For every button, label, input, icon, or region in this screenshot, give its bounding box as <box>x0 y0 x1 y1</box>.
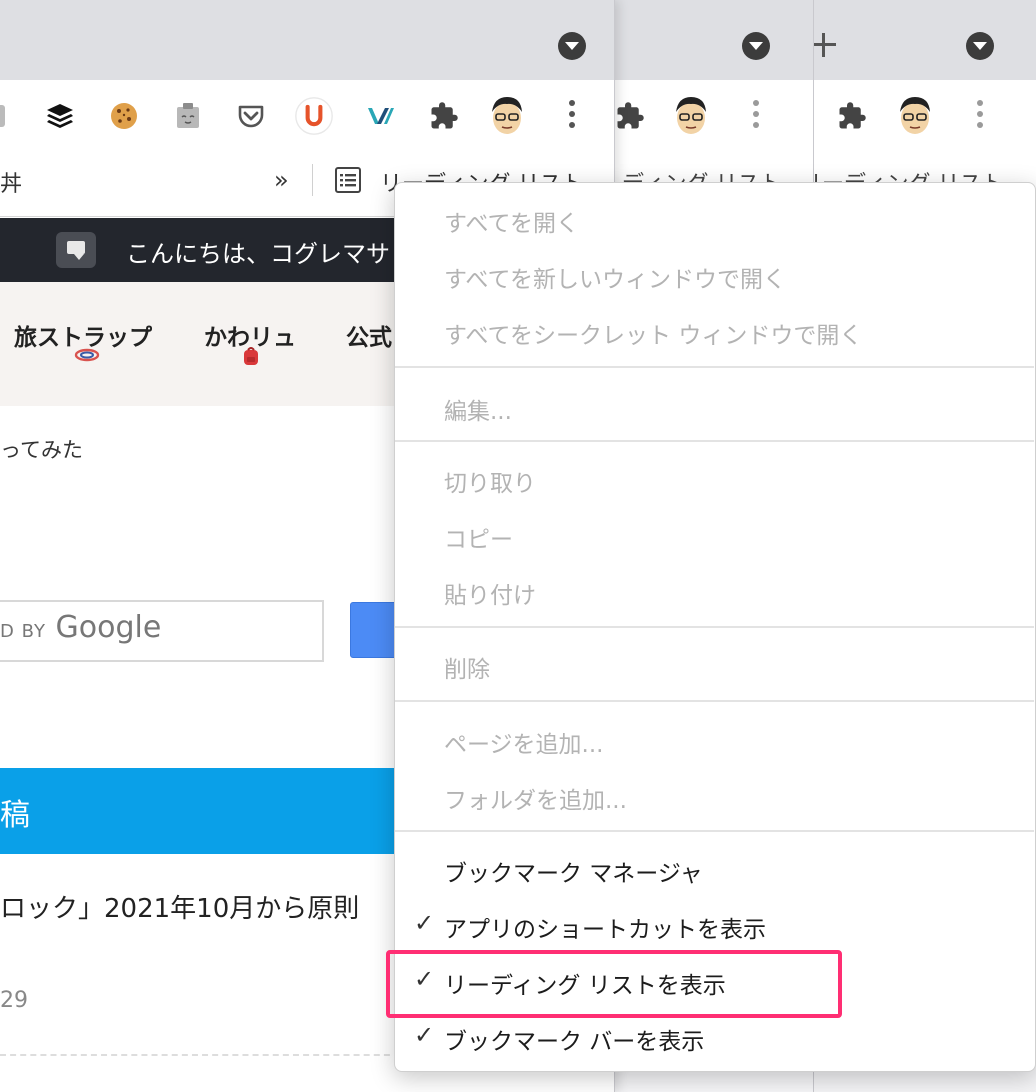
strap-icon <box>74 348 100 362</box>
menu-dropdown-icon[interactable] <box>742 32 770 60</box>
menu-item-open-all[interactable]: すべてを開く <box>444 204 579 238</box>
new-tab-icon[interactable] <box>810 28 838 62</box>
article-headline[interactable]: ロック」2021年10月から原則 <box>0 888 359 925</box>
bookmarks-overflow-button[interactable]: » <box>274 166 289 194</box>
reading-list-icon[interactable] <box>334 166 362 194</box>
bookmarks-divider <box>312 164 313 196</box>
buffer-stack-icon[interactable] <box>40 96 80 136</box>
menu-item-add-folder[interactable]: フォルダを追加... <box>444 781 627 815</box>
menu-item-add-page[interactable]: ページを追加... <box>444 725 603 759</box>
menu-item-open-all-new-window[interactable]: すべてを新しいウィンドウで開く <box>444 260 786 294</box>
menu-item-paste[interactable]: 貼り付け <box>444 576 536 610</box>
divider <box>0 1054 400 1056</box>
partial-extension-icon[interactable] <box>0 96 14 136</box>
kebab-menu-icon[interactable] <box>752 100 760 132</box>
u-extension-icon[interactable] <box>294 96 334 136</box>
tab-strip <box>613 0 813 80</box>
cookie-icon[interactable] <box>104 96 144 136</box>
menu-item-delete[interactable]: 削除 <box>444 650 490 684</box>
menu-separator <box>395 700 1034 702</box>
v-extension-icon[interactable] <box>360 96 400 136</box>
puzzle-extensions-icon[interactable] <box>832 96 872 136</box>
menu-item-cut[interactable]: 切り取り <box>444 464 536 498</box>
menu-separator <box>395 366 1034 368</box>
menu-separator <box>395 830 1034 832</box>
menu-separator <box>395 626 1034 628</box>
backpack-icon <box>244 347 258 365</box>
checkmark-icon: ✓ <box>414 1021 435 1049</box>
menu-separator <box>395 440 1034 442</box>
menu-item-show-bookmarks-bar[interactable]: ブックマーク バーを表示 <box>444 1022 704 1056</box>
section-header-text: 稿 <box>0 798 30 833</box>
highlight-annotation-box <box>386 950 842 1018</box>
kebab-menu-icon[interactable] <box>568 100 576 132</box>
menu-item-copy[interactable]: コピー <box>444 520 513 554</box>
tab-strip <box>0 0 614 80</box>
menu-item-edit[interactable]: 編集... <box>444 392 512 426</box>
profile-avatar-icon[interactable] <box>486 94 528 136</box>
pocket-icon[interactable] <box>231 96 271 136</box>
article-date: 29 <box>0 988 28 1013</box>
chat-icon[interactable] <box>56 232 96 268</box>
checkmark-icon: ✓ <box>414 909 435 937</box>
menu-item-open-all-incognito[interactable]: すべてをシークレット ウィンドウで開く <box>444 316 862 350</box>
profile-avatar-icon[interactable] <box>670 94 712 136</box>
puzzle-extensions-icon[interactable] <box>610 96 650 136</box>
puzzle-extensions-icon[interactable] <box>424 96 464 136</box>
kebab-menu-icon[interactable] <box>976 100 984 132</box>
bookmark-item[interactable]: 丼 <box>0 166 22 198</box>
menu-item-show-apps-shortcut[interactable]: アプリのショートカットを表示 <box>444 910 766 944</box>
nav-item-travel-strap[interactable]: 旅ストラップ <box>14 318 152 352</box>
search-placeholder: D BY Google <box>0 610 162 645</box>
nav-item-official[interactable]: 公式 <box>346 318 392 352</box>
menu-dropdown-icon[interactable] <box>966 32 994 60</box>
profile-avatar-icon[interactable] <box>894 94 936 136</box>
menu-item-bookmark-manager[interactable]: ブックマーク マネージャ <box>444 854 703 888</box>
article-snippet: ってみた <box>0 438 83 462</box>
clipboard-extension-icon[interactable] <box>168 96 208 136</box>
greeting-text: こんにちは、コグレマサト <box>126 240 414 268</box>
menu-dropdown-icon[interactable] <box>558 32 586 60</box>
